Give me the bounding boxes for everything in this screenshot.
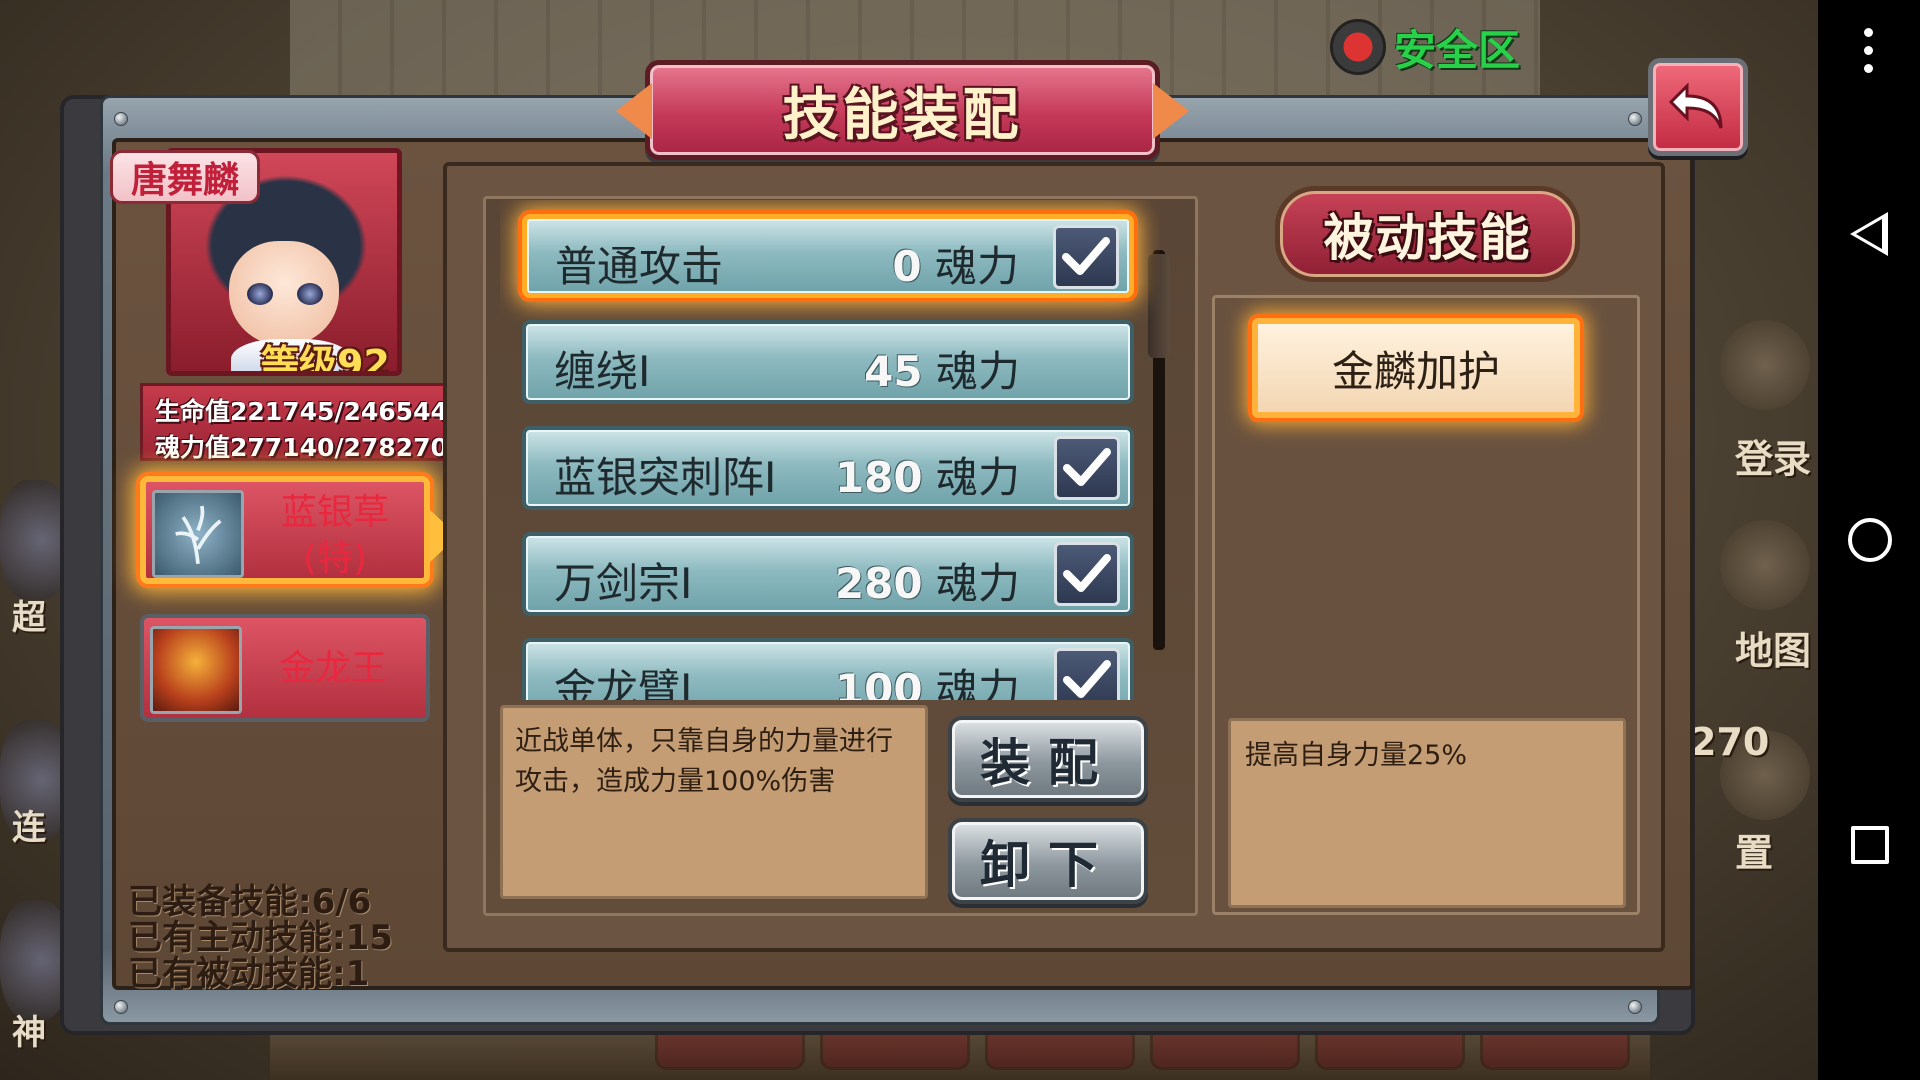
- rivet: [114, 1000, 128, 1014]
- nav-home-icon[interactable]: [1848, 518, 1892, 562]
- portrait-eye: [297, 283, 323, 305]
- martial-soul-slot-1[interactable]: 蓝银草(特): [140, 476, 458, 584]
- skill-description: 近战单体，只靠自身的力量进行攻击，造成力量100%伤害: [515, 726, 893, 797]
- passive-skill-item[interactable]: 金麟加护: [1252, 318, 1580, 418]
- skills-list: 普通攻击 0 魂力 缠绕I 45 魂力 蓝银突刺阵I 180 魂力 万剑宗I 2…: [500, 200, 1160, 700]
- golden-dragon-icon: [150, 626, 242, 714]
- android-nav-bar: [1818, 0, 1920, 1080]
- safe-zone-house-icon: [1330, 19, 1386, 75]
- martial-soul-slot-2[interactable]: 金龙王: [140, 614, 430, 722]
- equip-button[interactable]: 装配: [948, 716, 1148, 802]
- passive-skills-title: 被动技能: [1323, 209, 1532, 267]
- skill-description-box: 近战单体，只靠自身的力量进行攻击，造成力量100%伤害: [500, 705, 928, 899]
- skill-cost: 280 魂力: [834, 559, 1020, 608]
- skill-row[interactable]: 蓝银突刺阵I 180 魂力: [522, 426, 1134, 510]
- nav-recents-icon[interactable]: [1851, 826, 1889, 864]
- passive-description-box: 提高自身力量25%: [1228, 718, 1626, 908]
- skill-checkbox[interactable]: [1054, 436, 1120, 500]
- skill-row[interactable]: 缠绕I 45 魂力: [522, 320, 1134, 404]
- passive-description: 提高自身力量25%: [1245, 740, 1468, 771]
- checkmark-icon: [1063, 660, 1111, 698]
- skill-cost: 45 魂力: [864, 347, 1020, 396]
- martial-soul-label: 蓝银草(特): [280, 492, 389, 579]
- leaf-icon: [175, 505, 222, 565]
- checkmark-icon: [1063, 448, 1111, 486]
- return-button[interactable]: [1648, 58, 1748, 156]
- skill-cost: 100 魂力: [834, 665, 1020, 700]
- dialog-title: 技能装配: [782, 82, 1023, 148]
- dialog-title-banner: 技能装配: [645, 60, 1160, 160]
- unequip-button[interactable]: 卸下: [948, 818, 1148, 904]
- skill-row[interactable]: 金龙臂I 100 魂力: [522, 638, 1134, 700]
- character-name-tag: 唐舞麟: [110, 150, 260, 204]
- side-label: 超: [12, 598, 46, 638]
- hp-stat: 生命值221745/246544: [155, 397, 448, 426]
- equip-button-label: 装配: [980, 734, 1116, 792]
- skill-checkbox[interactable]: [1054, 542, 1120, 606]
- character-level: 等级92: [261, 342, 390, 376]
- rivet: [114, 112, 128, 126]
- skill-name: 万剑宗I: [554, 559, 693, 608]
- checkmark-icon: [1063, 554, 1111, 592]
- unequip-button-label: 卸下: [980, 836, 1116, 894]
- passive-skills-count: 已有被动技能:1: [128, 954, 370, 994]
- blue-silver-grass-icon: [152, 490, 244, 578]
- counter-label: 270: [1690, 720, 1770, 764]
- skill-row[interactable]: 万剑宗I 280 魂力: [522, 532, 1134, 616]
- rivet: [1628, 1000, 1642, 1014]
- login-label: 登录: [1735, 437, 1812, 481]
- map-label: 地图: [1735, 629, 1812, 673]
- map-icon[interactable]: [1720, 520, 1810, 610]
- settings-label: 置: [1735, 831, 1774, 875]
- skill-name: 蓝银突刺阵I: [554, 453, 777, 502]
- soul-power-stat: 魂力值277140/278270: [155, 433, 448, 462]
- return-arrow-icon: [1668, 82, 1723, 129]
- skill-row[interactable]: 普通攻击 0 魂力: [522, 214, 1134, 298]
- skill-name: 金龙臂I: [554, 665, 693, 700]
- character-name: 唐舞麟: [130, 160, 239, 201]
- skill-name: 普通攻击: [555, 242, 724, 291]
- side-label: 连: [12, 808, 46, 848]
- rivet: [1628, 112, 1642, 126]
- nav-back-icon[interactable]: [1850, 212, 1888, 256]
- overflow-menu-icon[interactable]: [1864, 28, 1874, 82]
- portrait-eye: [247, 283, 273, 305]
- skill-cost: 0 魂力: [892, 242, 1019, 291]
- passive-skill-name: 金麟加护: [1331, 346, 1500, 396]
- checkmark-icon: [1062, 237, 1110, 275]
- safe-zone-label: 安全区: [1394, 25, 1521, 75]
- skill-cost: 180 魂力: [834, 453, 1020, 502]
- side-label: 神: [12, 1013, 46, 1053]
- skill-name: 缠绕I: [554, 347, 651, 396]
- skill-checkbox[interactable]: [1053, 225, 1119, 289]
- passive-skills-header: 被动技能: [1275, 186, 1580, 282]
- character-stats: 生命值221745/246544 魂力值277140/278270: [140, 383, 452, 462]
- safe-zone-indicator: 安全区: [1330, 16, 1540, 78]
- martial-soul-label: 金龙王: [278, 648, 387, 689]
- skill-checkbox[interactable]: [1054, 648, 1120, 700]
- login-reward-icon[interactable]: [1720, 320, 1810, 410]
